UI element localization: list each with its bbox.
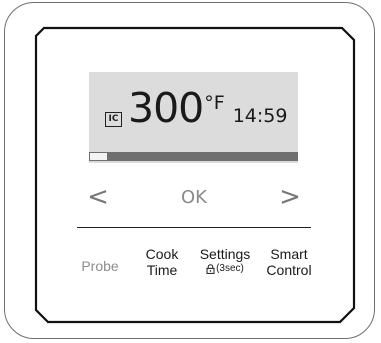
temperature-value: 300 (128, 84, 204, 132)
settings-button[interactable]: Settings (3sec) (194, 246, 256, 276)
settings-hold-duration: (3sec) (216, 263, 244, 274)
temperature-unit: °F (204, 92, 225, 114)
oven-control-panel: IC 300 °F 14:59 < OK > Probe Cook Time S… (0, 0, 381, 343)
cook-time-label-line1: Cook (145, 246, 179, 262)
ok-button[interactable]: OK (168, 178, 220, 216)
convection-mode-icon: IC (105, 112, 122, 127)
settings-hold-hint: (3sec) (206, 262, 244, 276)
chevron-left-icon[interactable]: < (78, 178, 118, 216)
lock-icon (206, 264, 215, 274)
probe-button[interactable]: Probe (72, 258, 128, 274)
progress-bar (89, 152, 298, 161)
navigation-row: < OK > (78, 178, 310, 216)
cook-time-label-line2: Time (146, 262, 178, 278)
display-readout: IC 300 °F 14:59 (105, 84, 287, 140)
smart-control-label-line2: Control (266, 262, 312, 278)
oven-display: IC 300 °F 14:59 (89, 72, 298, 163)
smart-control-button[interactable]: Smart Control (260, 246, 318, 278)
smart-control-label-line1: Smart (270, 246, 308, 262)
divider-line (77, 227, 311, 228)
chevron-right-icon[interactable]: > (270, 178, 310, 216)
function-buttons-row: Probe Cook Time Settings (3sec) Smart Co… (72, 246, 317, 294)
clock-time: 14:59 (232, 105, 288, 127)
settings-label: Settings (199, 246, 251, 262)
progress-bar-fill (90, 153, 107, 160)
probe-label: Probe (81, 258, 119, 274)
cook-time-button[interactable]: Cook Time (134, 246, 190, 278)
